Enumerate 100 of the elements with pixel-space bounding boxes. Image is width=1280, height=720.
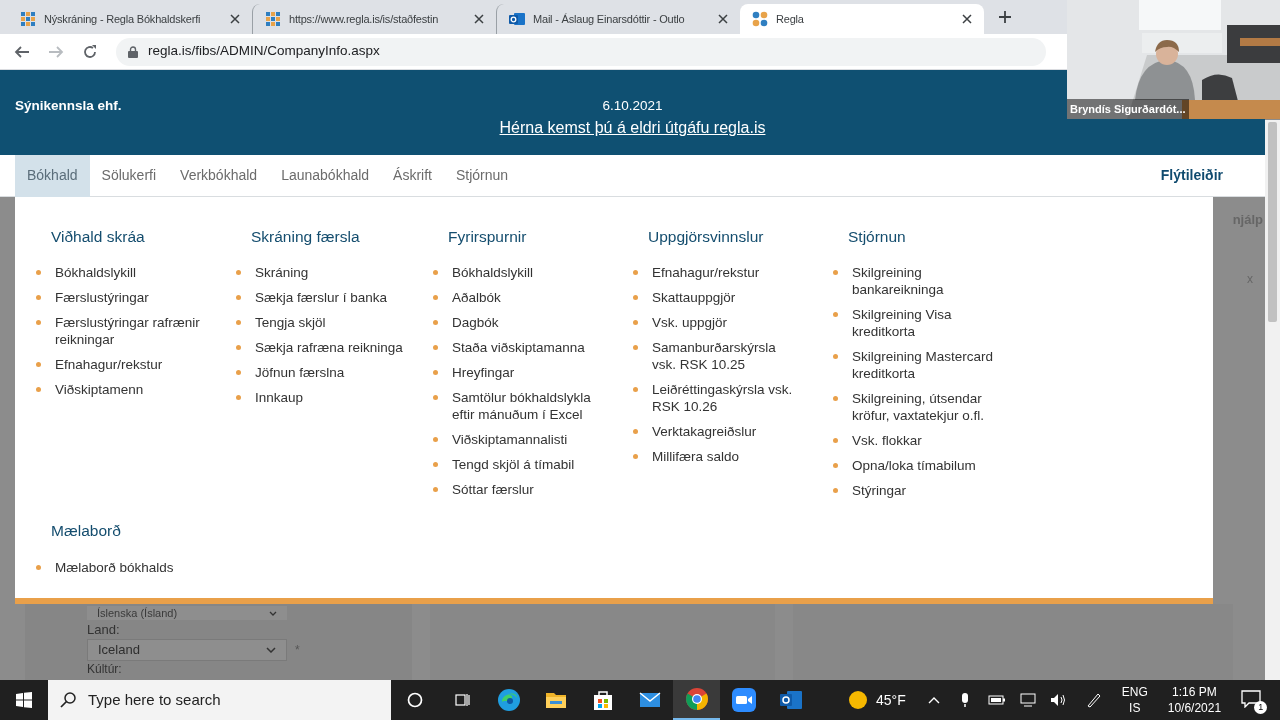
lock-icon <box>128 45 138 58</box>
menu-link[interactable]: Efnahagur/rekstur <box>652 264 802 282</box>
taskbar-app[interactable] <box>673 680 720 720</box>
menu-link[interactable]: Viðskiptamenn <box>55 381 205 399</box>
back-icon[interactable] <box>14 43 30 60</box>
date-text: 6.10.2021 <box>602 97 663 115</box>
clock[interactable]: 1:16 PM 10/6/2021 <box>1167 684 1222 716</box>
pen-icon[interactable] <box>1085 692 1102 708</box>
menu-link[interactable]: Opna/loka tímabilum <box>852 457 1002 475</box>
nav-tab[interactable]: Stjórnun <box>444 154 521 197</box>
menu-link[interactable]: Millifæra saldo <box>652 448 802 466</box>
menu-link[interactable]: Sækja rafræna reikninga <box>255 339 405 357</box>
bullet-icon <box>236 295 241 301</box>
nav-tab[interactable]: Bókhald <box>15 154 90 197</box>
close-icon[interactable] <box>718 14 728 24</box>
nav-tab[interactable]: Verkbókhald <box>168 154 270 197</box>
menu-link[interactable]: Samanburðarskýrsla vsk. RSK 10.25 <box>652 339 802 374</box>
shortcuts-link[interactable]: Flýtileiðir <box>1160 165 1223 186</box>
battery-icon[interactable] <box>987 695 1006 705</box>
new-tab-icon[interactable] <box>998 10 1012 24</box>
menu-link[interactable]: Aðalbók <box>452 289 602 307</box>
notification-count: 1 <box>1254 701 1268 714</box>
language-select[interactable]: Íslenska (Ísland) <box>87 606 287 620</box>
windows-icon[interactable] <box>16 692 32 708</box>
close-icon[interactable] <box>962 14 972 24</box>
menu-link[interactable]: Innkaup <box>255 389 405 407</box>
temperature-text[interactable]: 45°F <box>876 689 906 711</box>
menu-link[interactable]: Dagbók <box>452 314 602 332</box>
menu-link[interactable]: Verktakagreiðslur <box>652 423 802 441</box>
old-version-link[interactable]: Hérna kemst þú á eldri útgáfu regla.is <box>499 116 766 141</box>
bullet-icon <box>36 320 41 326</box>
bullet-icon <box>236 395 241 401</box>
taskbar-search-box[interactable]: Type here to search <box>48 680 391 720</box>
menu-link[interactable]: Skráning <box>255 264 405 282</box>
section-heading: Mælaborð <box>51 521 122 542</box>
bullet-icon <box>433 320 438 326</box>
menu-link[interactable]: Skilgreining, útsendar kröfur, vaxtatekjur o.fl. <box>852 390 1002 425</box>
address-bar[interactable]: regla.is/fibs/ADMIN/CompanyInfo.aspx <box>116 37 1046 66</box>
tab-title: https://www.regla.is/is/staðfestin <box>289 11 440 27</box>
bullet-icon <box>633 295 638 301</box>
menu-link[interactable]: Færslustýringar rafrænir reikningar <box>55 314 205 349</box>
bullet-icon <box>433 270 438 276</box>
menu-link[interactable]: Skilgreining Mastercard kreditkorta <box>852 348 1002 383</box>
menu-link[interactable]: Færslustýringar <box>55 289 205 307</box>
browser-tab[interactable]: Regla <box>740 4 984 34</box>
network-icon[interactable] <box>1019 693 1038 707</box>
grid-icon <box>265 11 281 27</box>
reload-icon[interactable] <box>82 43 98 60</box>
dots-icon <box>752 11 768 27</box>
menu-link[interactable]: Sóttar færslur <box>452 481 602 499</box>
menu-link[interactable]: Sækja færslur í banka <box>255 289 405 307</box>
menu-link[interactable]: Tengd skjöl á tímabil <box>452 456 602 474</box>
menu-link[interactable]: Skattauppgjör <box>652 289 802 307</box>
nav-tab[interactable]: Áskrift <box>381 154 444 197</box>
language-indicator[interactable]: ENG IS <box>1121 684 1148 716</box>
section-heading: Skráning færsla <box>251 227 361 247</box>
microphone-icon[interactable] <box>959 692 970 708</box>
menu-link[interactable]: Bókhaldslykill <box>452 264 602 282</box>
menu-link[interactable]: Hreyfingar <box>452 364 602 382</box>
menu-link[interactable]: Jöfnun færslna <box>255 364 405 382</box>
menu-link[interactable]: Samtölur bókhaldslykla eftir mánuðum í Excel <box>452 389 602 424</box>
close-icon[interactable] <box>474 14 484 24</box>
menu-link[interactable]: Mælaborð bókhalds <box>55 558 205 576</box>
section-heading: Viðhald skráa <box>51 227 146 247</box>
caret-up-icon[interactable] <box>927 696 940 704</box>
speaker-icon[interactable] <box>1049 693 1068 707</box>
close-icon[interactable] <box>230 14 240 24</box>
bullet-icon <box>633 429 638 435</box>
bullet-icon <box>833 463 838 469</box>
menu-link[interactable]: Stýringar <box>852 482 1002 500</box>
task-view-icon[interactable] <box>454 692 470 708</box>
nav-tab[interactable]: Launabókhald <box>269 154 382 197</box>
scrollbar[interactable] <box>1265 120 1280 680</box>
bullet-icon <box>833 270 838 276</box>
bullet-icon <box>633 387 638 393</box>
select-value: Iceland <box>98 641 140 660</box>
nav-tab[interactable]: Sölukerfi <box>89 154 169 197</box>
country-select[interactable]: Iceland <box>87 639 287 661</box>
menu-link[interactable]: Efnahagur/rekstur <box>55 356 205 374</box>
menu-link[interactable]: Skilgreining bankareikninga <box>852 264 1002 299</box>
sun-icon[interactable] <box>848 690 868 710</box>
menu-link[interactable]: Vsk. uppgjör <box>652 314 802 332</box>
menu-link[interactable]: Staða viðskiptamanna <box>452 339 602 357</box>
bullet-icon <box>433 370 438 376</box>
chevron-icon <box>266 647 276 653</box>
menu-link[interactable]: Viðskiptamannalisti <box>452 431 602 449</box>
notification-button[interactable]: 1 <box>1241 690 1264 710</box>
bullet-icon <box>433 487 438 493</box>
participant-name: Bryndís Sigurðardót... <box>1067 99 1189 119</box>
menu-link[interactable]: Vsk. flokkar <box>852 432 1002 450</box>
grid-icon <box>20 11 36 27</box>
search-input[interactable]: Type here to search <box>88 688 368 712</box>
menu-link[interactable]: Bókhaldslykill <box>55 264 205 282</box>
menu-link[interactable]: Skilgreining Visa kreditkorta <box>852 306 1002 341</box>
bullet-icon <box>833 488 838 494</box>
bullet-icon <box>833 312 838 318</box>
menu-link[interactable]: Tengja skjöl <box>255 314 405 332</box>
cortana-icon[interactable] <box>407 692 423 708</box>
browser-tab[interactable]: Nýskráning - Regla Bókhaldskerfi <box>8 4 252 34</box>
menu-link[interactable]: Leiðréttingaskýrsla vsk. RSK 10.26 <box>652 381 802 416</box>
